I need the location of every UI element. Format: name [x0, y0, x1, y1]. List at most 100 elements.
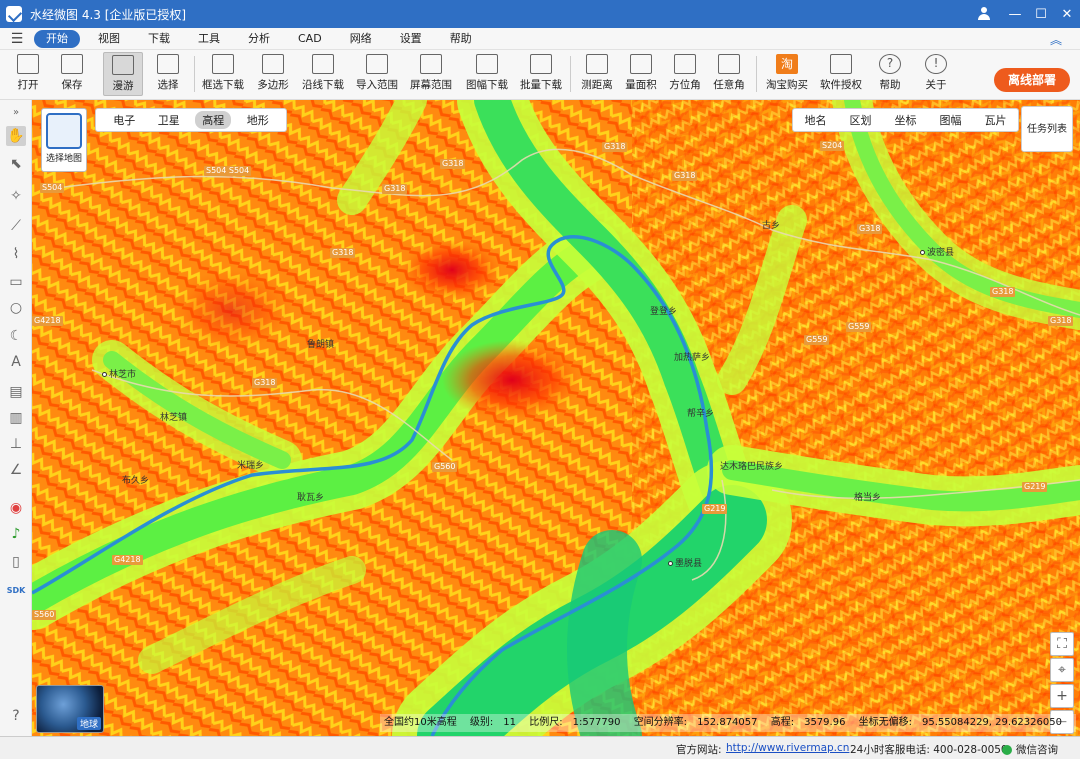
taobao-buy-button[interactable]: 淘淘宝购买 — [764, 52, 810, 96]
mark-tool-icon[interactable]: ✧ — [6, 186, 26, 206]
screen-range-button[interactable]: 屏幕范围 — [408, 52, 454, 96]
menu-cad[interactable]: CAD — [288, 30, 332, 48]
town-label: 耿瓦乡 — [297, 493, 325, 503]
menu-view[interactable]: 视图 — [88, 30, 130, 48]
dataset-label: 全国约10米高程 — [384, 717, 457, 728]
minimize-button[interactable]: — — [1002, 0, 1028, 28]
sheet-download-button[interactable]: 图幅下载 — [462, 52, 512, 96]
box-download-button[interactable]: 框选下载 — [200, 52, 246, 96]
azimuth-button[interactable]: 方位角 — [666, 52, 704, 96]
tab-districts[interactable]: 区划 — [850, 112, 872, 128]
mobile-icon[interactable]: ▯ — [6, 552, 26, 572]
help-circle-icon[interactable]: ? — [6, 706, 26, 726]
overlay-tabs: 地名 区划 坐标 图幅 瓦片 — [792, 108, 1019, 132]
polyline-tool-icon[interactable]: ⌇ — [6, 244, 26, 264]
menu-analysis[interactable]: 分析 — [238, 30, 280, 48]
azimuth-tool-icon[interactable]: ⊥ — [6, 434, 26, 454]
line-tool-icon[interactable]: ⟋ — [6, 216, 26, 236]
line-download-button[interactable]: 沿线下载 — [300, 52, 346, 96]
tab-satellite[interactable]: 卫星 — [151, 111, 187, 129]
angle-icon — [718, 54, 740, 74]
road-label: S204 — [820, 141, 845, 151]
wechat-consult-button[interactable]: 微信咨询 — [1002, 742, 1058, 757]
road-label: G318 — [990, 287, 1016, 297]
menu-start[interactable]: 开始 — [34, 29, 80, 48]
close-button[interactable]: ✕ — [1054, 0, 1080, 28]
maximize-button[interactable]: ☐ — [1028, 0, 1054, 28]
batch-download-button[interactable]: 批量下载 — [518, 52, 564, 96]
area-tool-icon[interactable]: ▥ — [6, 408, 26, 428]
about-button[interactable]: ! 关于 — [918, 52, 954, 96]
arc-tool-icon[interactable]: ☾ — [6, 326, 26, 346]
road-label: G560 — [432, 462, 458, 472]
any-angle-button[interactable]: 任意角 — [710, 52, 748, 96]
hamburger-menu-icon[interactable]: ☰ — [0, 31, 34, 47]
menu-download[interactable]: 下载 — [138, 30, 180, 48]
measure-distance-button[interactable]: 测距离 — [578, 52, 616, 96]
town-label: 格当乡 — [854, 493, 882, 503]
town-label: 古乡 — [762, 221, 781, 231]
route-icon[interactable]: ♪ — [6, 524, 26, 544]
sdk-icon[interactable]: SDK — [6, 580, 26, 600]
task-list-button[interactable]: 任务列表 — [1021, 106, 1073, 152]
select-button[interactable]: 选择 — [150, 52, 186, 96]
basemap-tabs: 电子 卫星 高程 地形 — [95, 108, 287, 132]
hand-tool-icon[interactable]: ✋ — [6, 126, 26, 146]
rectangle-tool-icon[interactable]: ▭ — [6, 272, 26, 292]
menu-bar: ☰ 开始 视图 下载 工具 分析 CAD 网络 设置 帮助 ︽ — [0, 28, 1080, 50]
polygon-icon — [262, 54, 284, 74]
tab-electronic[interactable]: 电子 — [106, 111, 142, 129]
save-button[interactable]: 保存 — [54, 52, 90, 96]
road-label: G559 — [846, 322, 872, 332]
expand-panel-icon[interactable]: » — [6, 102, 26, 122]
road-label: G219 — [702, 504, 728, 514]
town-label: 登登乡 — [650, 307, 678, 317]
circle-tool-icon[interactable]: ○ — [6, 298, 26, 318]
collapse-ribbon-icon[interactable]: ︽ — [1050, 31, 1062, 48]
town-label: 布久乡 — [122, 476, 150, 486]
layers-icon[interactable]: ◉ — [6, 498, 26, 518]
menu-network[interactable]: 网络 — [340, 30, 382, 48]
tab-elevation[interactable]: 高程 — [195, 111, 232, 129]
scale-value: 1:577790 — [572, 717, 621, 728]
license-button[interactable]: 软件授权 — [818, 52, 864, 96]
select-map-button[interactable]: 选择地图 — [41, 108, 87, 172]
polygon-download-button[interactable]: 多边形 — [254, 52, 292, 96]
map-view[interactable]: S504 S504 S504 G318 G318 G318 G318 G318 … — [32, 100, 1080, 736]
help-button[interactable]: ? 帮助 — [872, 52, 908, 96]
road-label: G559 — [804, 335, 830, 345]
import-range-button[interactable]: 导入范围 — [354, 52, 400, 96]
coordinate-readout: 全国约10米高程 级别: 11 比例尺: 1:577790 空间分辨率: 152.87… — [380, 714, 1076, 732]
coordinates-value: 95.55084229, 29.62326050 — [922, 717, 1062, 728]
screen-icon — [420, 54, 442, 74]
menu-tools[interactable]: 工具 — [188, 30, 230, 48]
level-value: 11 — [503, 717, 517, 728]
box-download-icon — [212, 54, 234, 74]
title-bar: 水经微图 4.3 [企业版已授权] — ☐ ✕ — [0, 0, 1080, 28]
zoom-in-button[interactable]: + — [1050, 684, 1074, 708]
tab-tiles[interactable]: 瓦片 — [985, 112, 1007, 128]
locate-icon[interactable]: ⌖ — [1050, 658, 1074, 682]
city-label: 林芝市 — [102, 367, 136, 380]
angle-tool-icon[interactable]: ∠ — [6, 460, 26, 480]
menu-help[interactable]: 帮助 — [440, 30, 482, 48]
globe-thumbnail[interactable]: 地球 — [36, 685, 104, 733]
pointer-tool-icon[interactable]: ⬉ — [6, 154, 26, 174]
tab-terrain[interactable]: 地形 — [240, 111, 276, 129]
tab-place-names[interactable]: 地名 — [805, 112, 827, 128]
road-label: G318 — [857, 224, 883, 234]
offline-deploy-button[interactable]: 离线部署 — [994, 68, 1070, 92]
resolution-label: 空间分辨率: — [633, 717, 688, 728]
ruler-tool-icon[interactable]: ▤ — [6, 382, 26, 402]
website-link[interactable]: http://www.rivermap.cn — [726, 742, 849, 754]
town-label: 鲁朗镇 — [307, 340, 335, 350]
measure-area-button[interactable]: 量面积 — [622, 52, 660, 96]
open-button[interactable]: 打开 — [10, 52, 46, 96]
pan-button[interactable]: 漫游 — [103, 52, 143, 96]
tab-sheets[interactable]: 图幅 — [940, 112, 962, 128]
text-tool-icon[interactable]: A — [6, 352, 26, 372]
menu-settings[interactable]: 设置 — [390, 30, 432, 48]
user-account-button[interactable] — [976, 0, 1002, 28]
fullscreen-icon[interactable]: ⛶ — [1050, 632, 1074, 656]
tab-coordinates[interactable]: 坐标 — [895, 112, 917, 128]
